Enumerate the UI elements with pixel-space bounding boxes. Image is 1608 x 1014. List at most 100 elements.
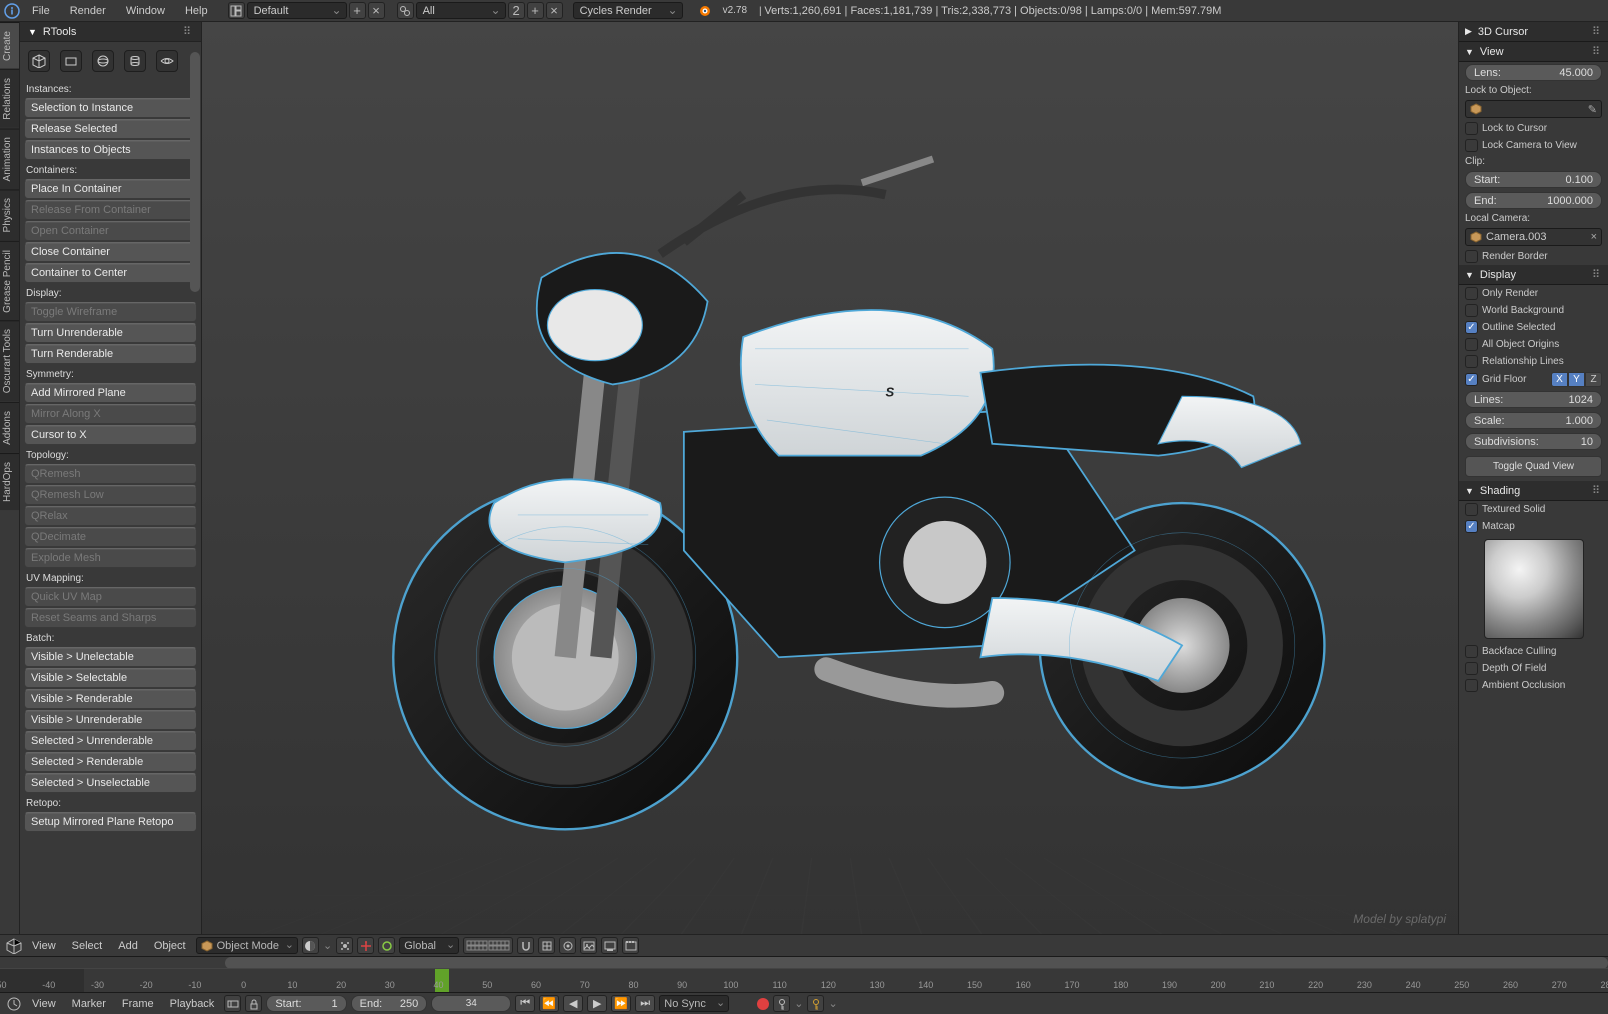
shading-mode-icon[interactable] xyxy=(302,937,319,954)
panel-grip-icon[interactable]: ⠿ xyxy=(183,25,193,38)
keying-set-icon[interactable] xyxy=(773,995,790,1012)
plane-icon[interactable] xyxy=(60,50,82,72)
world-bg-checkbox[interactable] xyxy=(1465,304,1478,317)
grid-floor-checkbox[interactable] xyxy=(1465,373,1478,386)
grip-icon[interactable]: ⠿ xyxy=(1592,25,1602,38)
scrollbar[interactable] xyxy=(190,52,200,292)
vt-add[interactable]: Add xyxy=(112,938,144,954)
cursor-to-x-button[interactable]: Cursor to X xyxy=(24,425,197,445)
cylinder-icon[interactable] xyxy=(124,50,146,72)
visible-renderable-button[interactable]: Visible > Renderable xyxy=(24,689,197,709)
tab-oscurart[interactable]: Oscurart Tools xyxy=(0,320,19,401)
visible-selectable-button[interactable]: Visible > Selectable xyxy=(24,668,197,688)
toggle-quad-view-button[interactable]: Toggle Quad View xyxy=(1465,456,1602,477)
qrelax-button[interactable]: QRelax xyxy=(24,506,197,526)
close-container-button[interactable]: Close Container xyxy=(24,242,197,262)
layout-add[interactable]: + xyxy=(349,2,366,19)
timeline-ruler[interactable]: -50-40-30-20-100102030405060708090100110… xyxy=(0,968,1608,992)
ambient-occlusion-checkbox[interactable] xyxy=(1465,679,1478,692)
lines-field[interactable]: Lines:1024 xyxy=(1465,391,1602,408)
tab-hardops[interactable]: HardOps xyxy=(0,453,19,510)
turn-unrenderable-button[interactable]: Turn Unrenderable xyxy=(24,323,197,343)
layout-dropdown[interactable]: Default xyxy=(247,2,347,19)
qremesh-button[interactable]: QRemesh xyxy=(24,464,197,484)
render-preview-icon[interactable] xyxy=(580,937,597,954)
open-container-button[interactable]: Open Container xyxy=(24,221,197,241)
bb-playback[interactable]: Playback xyxy=(164,996,221,1012)
keyframe-next-icon[interactable]: ⏩ xyxy=(611,995,631,1012)
outline-selected-checkbox[interactable] xyxy=(1465,321,1478,334)
add-mirrored-plane-button[interactable]: Add Mirrored Plane xyxy=(24,383,197,403)
tab-grease-pencil[interactable]: Grease Pencil xyxy=(0,241,19,321)
tab-relations[interactable]: Relations xyxy=(0,69,19,128)
section-display[interactable]: ▼ Display ⠿ xyxy=(1459,265,1608,285)
clip-start-field[interactable]: Start:0.100 xyxy=(1465,171,1602,188)
play-icon[interactable]: ▶ xyxy=(587,995,607,1012)
proportional-icon[interactable] xyxy=(559,937,576,954)
vt-view[interactable]: View xyxy=(26,938,62,954)
sphere-icon[interactable] xyxy=(92,50,114,72)
render-viewport-icon[interactable] xyxy=(601,937,618,954)
3d-viewport[interactable]: S xyxy=(202,22,1458,934)
manipulator-translate-icon[interactable] xyxy=(378,937,395,954)
lock-object-field[interactable]: ✎ xyxy=(1465,100,1602,118)
layout-remove[interactable]: × xyxy=(368,2,385,19)
lock-icon[interactable] xyxy=(245,995,262,1012)
mirror-along-x-button[interactable]: Mirror Along X xyxy=(24,404,197,424)
eye-icon[interactable] xyxy=(156,50,178,72)
local-camera-field[interactable]: Camera.003× xyxy=(1465,228,1602,246)
depth-of-field-checkbox[interactable] xyxy=(1465,662,1478,675)
scene-remove[interactable]: × xyxy=(546,2,563,19)
relationship-lines-checkbox[interactable] xyxy=(1465,355,1478,368)
render-anim-icon[interactable] xyxy=(622,937,639,954)
menu-window[interactable]: Window xyxy=(118,3,173,19)
axis-z[interactable]: Z xyxy=(1585,372,1602,387)
qdecimate-button[interactable]: QDecimate xyxy=(24,527,197,547)
timeline-editor-icon[interactable] xyxy=(6,996,22,1012)
place-in-container-button[interactable]: Place In Container xyxy=(24,179,197,199)
backface-culling-checkbox[interactable] xyxy=(1465,645,1478,658)
cube-icon[interactable] xyxy=(28,50,50,72)
lens-field[interactable]: Lens:45.000 xyxy=(1465,64,1602,81)
axis-y[interactable]: Y xyxy=(1568,372,1585,387)
start-frame-field[interactable]: Start:1 xyxy=(266,995,346,1012)
snap-icon[interactable] xyxy=(517,937,534,954)
eyedropper-icon[interactable]: ✎ xyxy=(1588,103,1597,116)
grip-icon[interactable]: ⠿ xyxy=(1592,45,1602,58)
axis-x[interactable]: X xyxy=(1551,372,1568,387)
selected-renderable-button[interactable]: Selected > Renderable xyxy=(24,752,197,772)
end-frame-field[interactable]: End:250 xyxy=(351,995,428,1012)
instances-to-objects-button[interactable]: Instances to Objects xyxy=(24,140,197,160)
menu-help[interactable]: Help xyxy=(177,3,216,19)
bb-marker[interactable]: Marker xyxy=(66,996,112,1012)
autokey-record-icon[interactable] xyxy=(757,998,769,1010)
all-origins-checkbox[interactable] xyxy=(1465,338,1478,351)
menu-file[interactable]: File xyxy=(24,3,58,19)
jump-start-icon[interactable]: ⏮ xyxy=(515,995,535,1012)
engine-dropdown[interactable]: Cycles Render xyxy=(573,2,683,19)
menu-render[interactable]: Render xyxy=(62,3,114,19)
timeline[interactable]: -50-40-30-20-100102030405060708090100110… xyxy=(0,956,1608,992)
clear-icon[interactable]: × xyxy=(1591,231,1597,243)
scene-dropdown[interactable]: All xyxy=(416,2,506,19)
lock-camera-checkbox[interactable] xyxy=(1465,139,1478,152)
explode-mesh-button[interactable]: Explode Mesh xyxy=(24,548,197,568)
keyframe-prev-icon[interactable]: ⏪ xyxy=(539,995,559,1012)
visible-unrenderable-button[interactable]: Visible > Unrenderable xyxy=(24,710,197,730)
layers-icon[interactable] xyxy=(463,937,513,954)
lock-cursor-checkbox[interactable] xyxy=(1465,122,1478,135)
section-shading[interactable]: ▼ Shading ⠿ xyxy=(1459,481,1608,501)
container-to-center-button[interactable]: Container to Center xyxy=(24,263,197,283)
manipulator-icon[interactable] xyxy=(357,937,374,954)
textured-solid-checkbox[interactable] xyxy=(1465,503,1478,516)
bb-view[interactable]: View xyxy=(26,996,62,1012)
selected-unrenderable-button[interactable]: Selected > Unrenderable xyxy=(24,731,197,751)
scene-add[interactable]: + xyxy=(527,2,544,19)
tab-addons[interactable]: Addons xyxy=(0,402,19,453)
setup-mirrored-plane-retopo-button[interactable]: Setup Mirrored Plane Retopo xyxy=(24,812,197,832)
sync-dropdown[interactable]: No Sync xyxy=(659,995,729,1012)
reset-seams-and-sharps-button[interactable]: Reset Seams and Sharps xyxy=(24,608,197,628)
editor-type-icon[interactable] xyxy=(6,938,22,954)
scale-field[interactable]: Scale:1.000 xyxy=(1465,412,1602,429)
only-render-checkbox[interactable] xyxy=(1465,287,1478,300)
